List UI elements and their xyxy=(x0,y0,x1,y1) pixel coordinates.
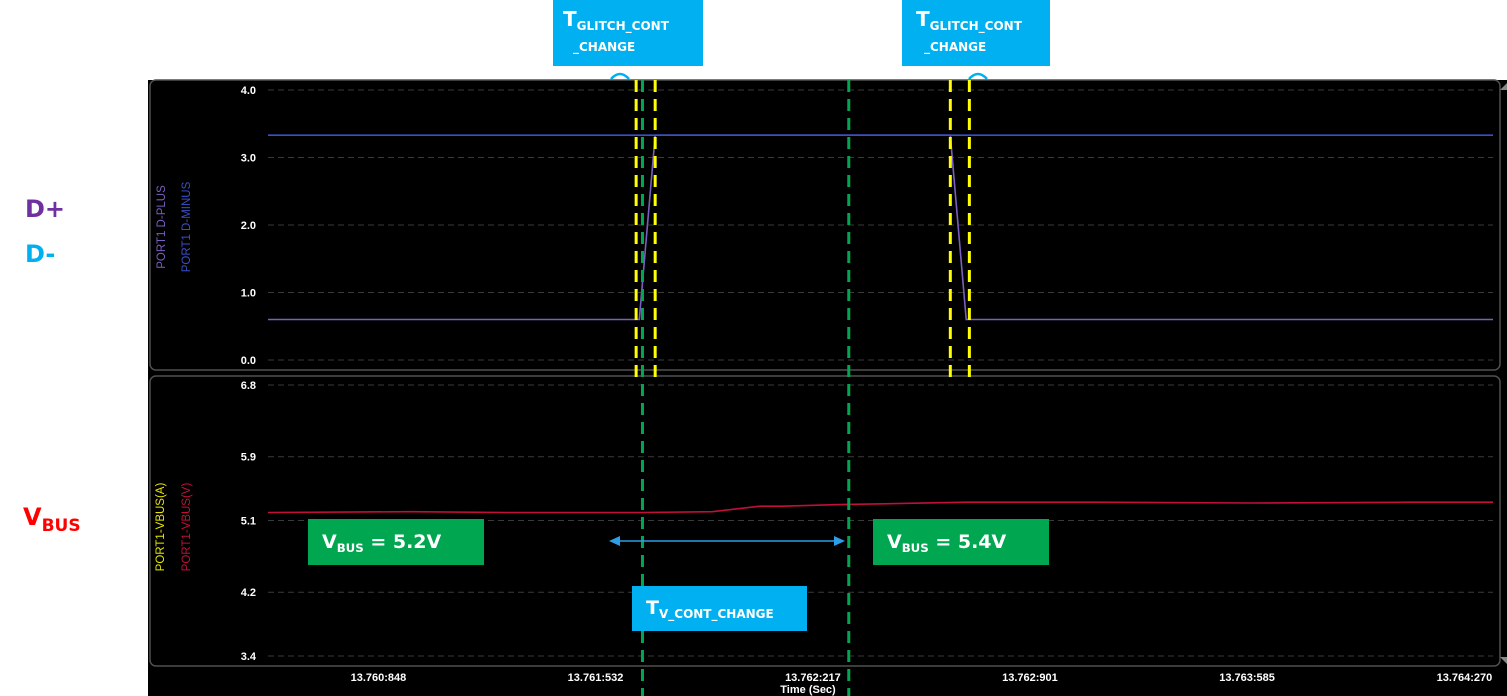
y-tick-label: 3.4 xyxy=(241,651,257,663)
chart-background xyxy=(148,80,1507,696)
glitch-left-sub1: GLITCH_CONT xyxy=(576,19,669,34)
d-minus-label: D- xyxy=(25,240,56,268)
y-tick-label: 5.1 xyxy=(241,516,256,528)
glitch-bracket-left xyxy=(610,72,630,80)
glitch-right-sub1: GLITCH_CONT xyxy=(929,19,1022,34)
t-glitch-cont-change-left-box: TGLITCH_CONT _CHANGE xyxy=(553,0,703,66)
tv-cont-t: T xyxy=(646,597,659,619)
vbus-after-value: = 5.4V xyxy=(928,531,1007,553)
d-plus-label: D+ xyxy=(25,195,66,223)
x-tick-label: 13.763:585 xyxy=(1219,672,1275,684)
legend-label: PORT1 D-PLUS xyxy=(156,185,168,269)
vbus-after-v: V xyxy=(887,531,902,553)
vbus-before-value: = 5.2V xyxy=(363,531,442,553)
tv-cont-sub: V_CONT_CHANGE xyxy=(658,607,774,622)
y-tick-label: 6.8 xyxy=(241,380,256,392)
glitch-bracket-right xyxy=(968,72,988,80)
vbus-before-sub: BUS xyxy=(336,541,364,556)
t-glitch-cont-change-right-box: TGLITCH_CONT _CHANGE xyxy=(902,0,1050,66)
glitch-right-t: T xyxy=(916,7,930,31)
glitch-left-sub2: _CHANGE xyxy=(573,40,636,55)
x-tick-label: 13.760:848 xyxy=(351,672,407,684)
y-tick-label: 0.0 xyxy=(241,355,256,367)
y-tick-label: 1.0 xyxy=(241,288,256,300)
glitch-right-sub2: _CHANGE xyxy=(924,40,987,55)
y-tick-label: 3.0 xyxy=(241,153,256,165)
vbus-before-box: VBUS = 5.2V xyxy=(308,519,484,565)
glitch-left-t: T xyxy=(563,7,577,31)
x-tick-label: 13.764:270 xyxy=(1437,672,1493,684)
y-tick-label: 4.2 xyxy=(241,587,256,599)
x-tick-label: 13.762:217 xyxy=(785,672,841,684)
legend-label: PORT1-VBUS(A) xyxy=(155,483,167,572)
x-tick-label: 13.762:901 xyxy=(1002,672,1058,684)
vbus-after-box: VBUS = 5.4V xyxy=(873,519,1049,565)
x-tick-label: 13.761:532 xyxy=(568,672,624,684)
x-axis-label: Time (Sec) xyxy=(780,684,836,696)
vbus-after-sub: BUS xyxy=(901,541,929,556)
t-v-cont-change-box: TV_CONT_CHANGE xyxy=(632,586,807,631)
vbus-label-main: V xyxy=(23,503,42,531)
y-tick-label: 4.0 xyxy=(241,85,256,97)
y-tick-label: 5.9 xyxy=(241,452,256,464)
vbus-before-v: V xyxy=(322,531,337,553)
vbus-label: VBUS xyxy=(23,503,81,536)
legend-label: PORT1-VBUS(V) xyxy=(181,483,193,572)
legend-label: PORT1 D-MINUS xyxy=(181,181,193,272)
y-tick-label: 2.0 xyxy=(241,220,256,232)
vbus-label-sub: BUS xyxy=(41,515,81,536)
